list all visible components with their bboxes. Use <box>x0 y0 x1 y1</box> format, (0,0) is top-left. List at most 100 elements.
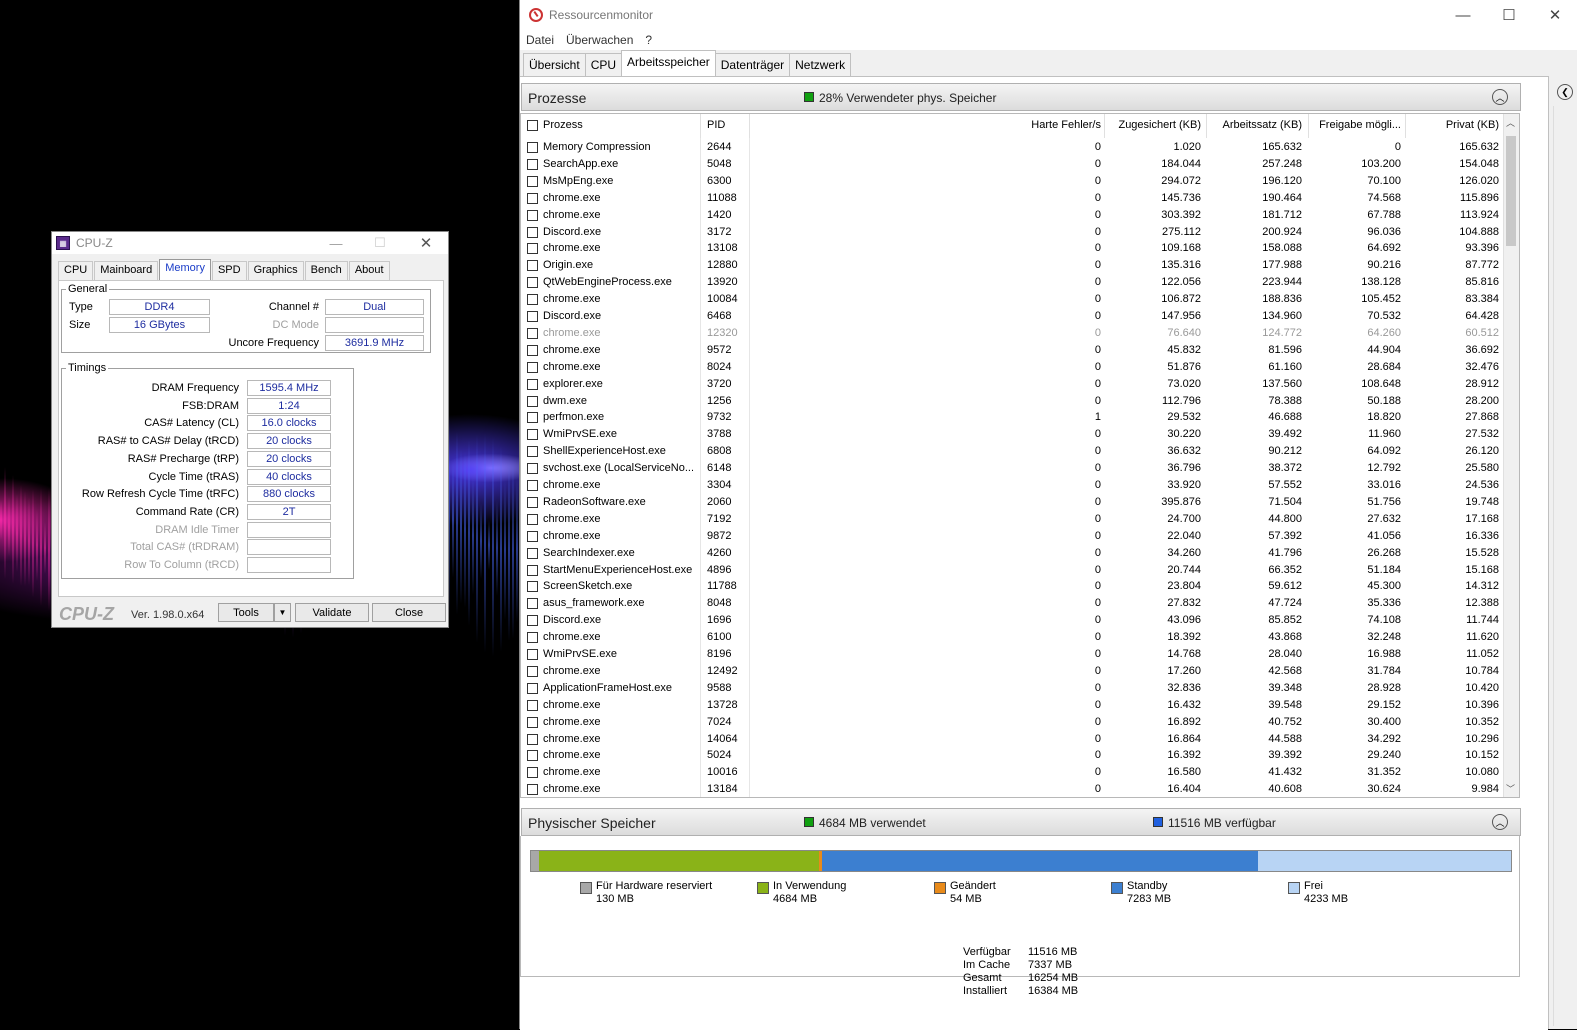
row-checkbox[interactable] <box>527 361 538 373</box>
row-checkbox[interactable] <box>527 598 538 610</box>
row-checkbox[interactable] <box>527 463 538 475</box>
collapse-processes-icon[interactable]: ︿ <box>1492 89 1508 105</box>
column-header-4[interactable]: Arbeitssatz (KB) <box>1205 119 1302 131</box>
table-row[interactable]: WmiPrvSE.exe 8196 0 14.768 28.040 16.988 11.05… <box>521 646 1505 663</box>
table-row[interactable]: chrome.exe 10084 0 106.872 188.836 105.452 83.… <box>521 291 1505 308</box>
table-row[interactable]: RadeonSoftware.exe 2060 0 395.876 71.504 51.7… <box>521 494 1505 511</box>
row-checkbox[interactable] <box>527 327 538 339</box>
resmon-titlebar[interactable]: Ressourcenmonitor — ☐ ✕ <box>520 0 1577 30</box>
menu-help[interactable]: ? <box>639 33 658 47</box>
row-checkbox[interactable] <box>527 395 538 407</box>
row-checkbox[interactable] <box>527 142 538 153</box>
tab-datentrger[interactable]: Datenträger <box>714 53 791 77</box>
row-checkbox[interactable] <box>527 682 538 694</box>
table-row[interactable]: chrome.exe 10016 0 16.580 41.432 31.352 10.080 <box>521 764 1505 781</box>
row-checkbox[interactable] <box>527 209 538 221</box>
row-checkbox[interactable] <box>527 158 538 170</box>
table-row[interactable]: chrome.exe 5024 0 16.392 39.392 29.240 10.152 <box>521 747 1505 764</box>
table-row[interactable]: MsMpEng.exe 6300 0 294.072 196.120 70.100 126.… <box>521 173 1505 190</box>
row-checkbox[interactable] <box>527 294 538 306</box>
table-row[interactable]: SearchApp.exe 5048 0 184.044 257.248 103.200 1… <box>521 156 1505 173</box>
scrollbar-thumb[interactable] <box>1506 136 1516 246</box>
row-checkbox[interactable] <box>527 615 538 627</box>
table-row[interactable]: chrome.exe 6100 0 18.392 43.868 32.248 11.620 <box>521 629 1505 646</box>
row-checkbox[interactable] <box>527 699 538 711</box>
tab-about[interactable]: About <box>348 261 390 281</box>
table-row[interactable]: Origin.exe 12880 0 135.316 177.988 90.216 87.7… <box>521 257 1505 274</box>
row-checkbox[interactable] <box>527 311 538 322</box>
tools-button[interactable]: Tools <box>218 603 274 622</box>
row-checkbox[interactable] <box>527 175 538 187</box>
column-header-1[interactable]: PID <box>707 119 747 131</box>
row-checkbox[interactable] <box>527 260 538 272</box>
row-checkbox[interactable] <box>527 496 538 508</box>
tab-spd[interactable]: SPD <box>211 261 247 281</box>
row-checkbox[interactable] <box>527 767 538 779</box>
tools-dropdown-icon[interactable]: ▼ <box>274 603 291 622</box>
physical-memory-header[interactable]: Physischer Speicher 4684 MB verwendet 11… <box>521 808 1521 836</box>
collapse-physical-memory-icon[interactable]: ︿ <box>1492 814 1508 830</box>
table-row[interactable]: chrome.exe 9572 0 45.832 81.596 44.904 36.692 <box>521 342 1505 359</box>
row-checkbox[interactable] <box>527 429 538 441</box>
column-header-5[interactable]: Freigabe mögli... <box>1305 119 1401 131</box>
tab-cpu[interactable]: CPU <box>584 53 623 77</box>
expand-details-icon[interactable]: ❮ <box>1557 84 1573 100</box>
row-checkbox[interactable] <box>527 530 538 542</box>
row-checkbox[interactable] <box>527 243 538 255</box>
tab-arbeitsspeicher[interactable]: Arbeitsspeicher <box>621 50 716 77</box>
menu-datei[interactable]: Datei <box>520 33 560 47</box>
scroll-down-icon[interactable]: ﹀ <box>1506 782 1515 795</box>
tab-bersicht[interactable]: Übersicht <box>523 53 586 77</box>
table-row[interactable]: svchost.exe (LocalServiceNo... 6148 0 36.79… <box>521 460 1505 477</box>
tab-graphics[interactable]: Graphics <box>247 261 304 281</box>
table-row[interactable]: chrome.exe 14064 0 16.864 44.588 34.292 10.296 <box>521 731 1505 748</box>
row-checkbox[interactable] <box>527 733 538 745</box>
row-checkbox[interactable] <box>527 632 538 644</box>
row-checkbox[interactable] <box>527 480 538 491</box>
maximize-icon[interactable]: ☐ <box>1486 0 1532 30</box>
close-icon[interactable]: ✕ <box>404 232 448 254</box>
validate-button[interactable]: Validate <box>295 603 369 622</box>
table-row[interactable]: chrome.exe 7024 0 16.892 40.752 30.400 10.352 <box>521 714 1505 731</box>
minimize-icon[interactable]: — <box>314 232 358 254</box>
row-checkbox[interactable] <box>527 716 538 728</box>
table-row[interactable]: chrome.exe 13728 0 16.432 39.548 29.152 10.396 <box>521 697 1505 714</box>
close-icon[interactable]: ✕ <box>1532 0 1577 30</box>
table-row[interactable]: chrome.exe 1420 0 303.392 181.712 67.788 113.9… <box>521 207 1505 224</box>
column-header-2[interactable]: Harte Fehler/s <box>1001 119 1101 131</box>
table-row[interactable]: QtWebEngineProcess.exe 13920 0 122.056 223.9… <box>521 274 1505 291</box>
column-header-0[interactable]: Prozess <box>543 119 693 131</box>
table-row[interactable]: ScreenSketch.exe 11788 0 23.804 59.612 45.300… <box>521 578 1505 595</box>
table-row[interactable]: Discord.exe 3172 0 275.112 200.924 96.036 104.… <box>521 224 1505 241</box>
select-all-checkbox[interactable] <box>527 120 538 131</box>
scroll-up-icon[interactable]: ︿ <box>1506 116 1515 129</box>
row-checkbox[interactable] <box>527 378 538 390</box>
row-checkbox[interactable] <box>527 750 538 762</box>
column-header-3[interactable]: Zugesichert (KB) <box>1103 119 1201 131</box>
table-row[interactable]: SearchIndexer.exe 4260 0 34.260 41.796 26.268… <box>521 545 1505 562</box>
details-scrollbar[interactable] <box>1553 106 1569 1026</box>
row-checkbox[interactable] <box>527 564 538 576</box>
table-row[interactable]: chrome.exe 13184 0 16.404 40.608 30.624 9.984 <box>521 781 1505 797</box>
row-checkbox[interactable] <box>527 547 538 559</box>
table-row[interactable]: StartMenuExperienceHost.exe 4896 0 20.744 66… <box>521 562 1505 579</box>
table-row[interactable]: Memory Compression 2644 0 1.020 165.632 0 165.… <box>521 139 1505 156</box>
row-checkbox[interactable] <box>527 226 538 238</box>
row-checkbox[interactable] <box>527 581 538 593</box>
table-row[interactable]: explorer.exe 3720 0 73.020 137.560 108.648 28.… <box>521 376 1505 393</box>
processes-header[interactable]: Prozesse 28% Verwendeter phys. Speicher … <box>521 83 1521 111</box>
minimize-icon[interactable]: — <box>1440 0 1486 30</box>
table-row[interactable]: chrome.exe 7192 0 24.700 44.800 27.632 17.168 <box>521 511 1505 528</box>
tab-bench[interactable]: Bench <box>304 261 348 281</box>
row-checkbox[interactable] <box>527 446 538 458</box>
table-row[interactable]: chrome.exe 13108 0 109.168 158.088 64.692 93.3… <box>521 240 1505 257</box>
menu-überwachen[interactable]: Überwachen <box>560 33 639 47</box>
processes-scrollbar[interactable]: ︿ ﹀ <box>1503 114 1519 797</box>
table-row[interactable]: perfmon.exe 9732 1 29.532 46.688 18.820 27.868 <box>521 409 1505 426</box>
tab-cpu[interactable]: CPU <box>58 261 94 281</box>
table-row[interactable]: chrome.exe 9872 0 22.040 57.392 41.056 16.336 <box>521 528 1505 545</box>
table-row[interactable]: ApplicationFrameHost.exe 9588 0 32.836 39.34… <box>521 680 1505 697</box>
row-checkbox[interactable] <box>527 513 538 525</box>
column-header-6[interactable]: Privat (KB) <box>1405 119 1499 131</box>
row-checkbox[interactable] <box>527 412 538 424</box>
